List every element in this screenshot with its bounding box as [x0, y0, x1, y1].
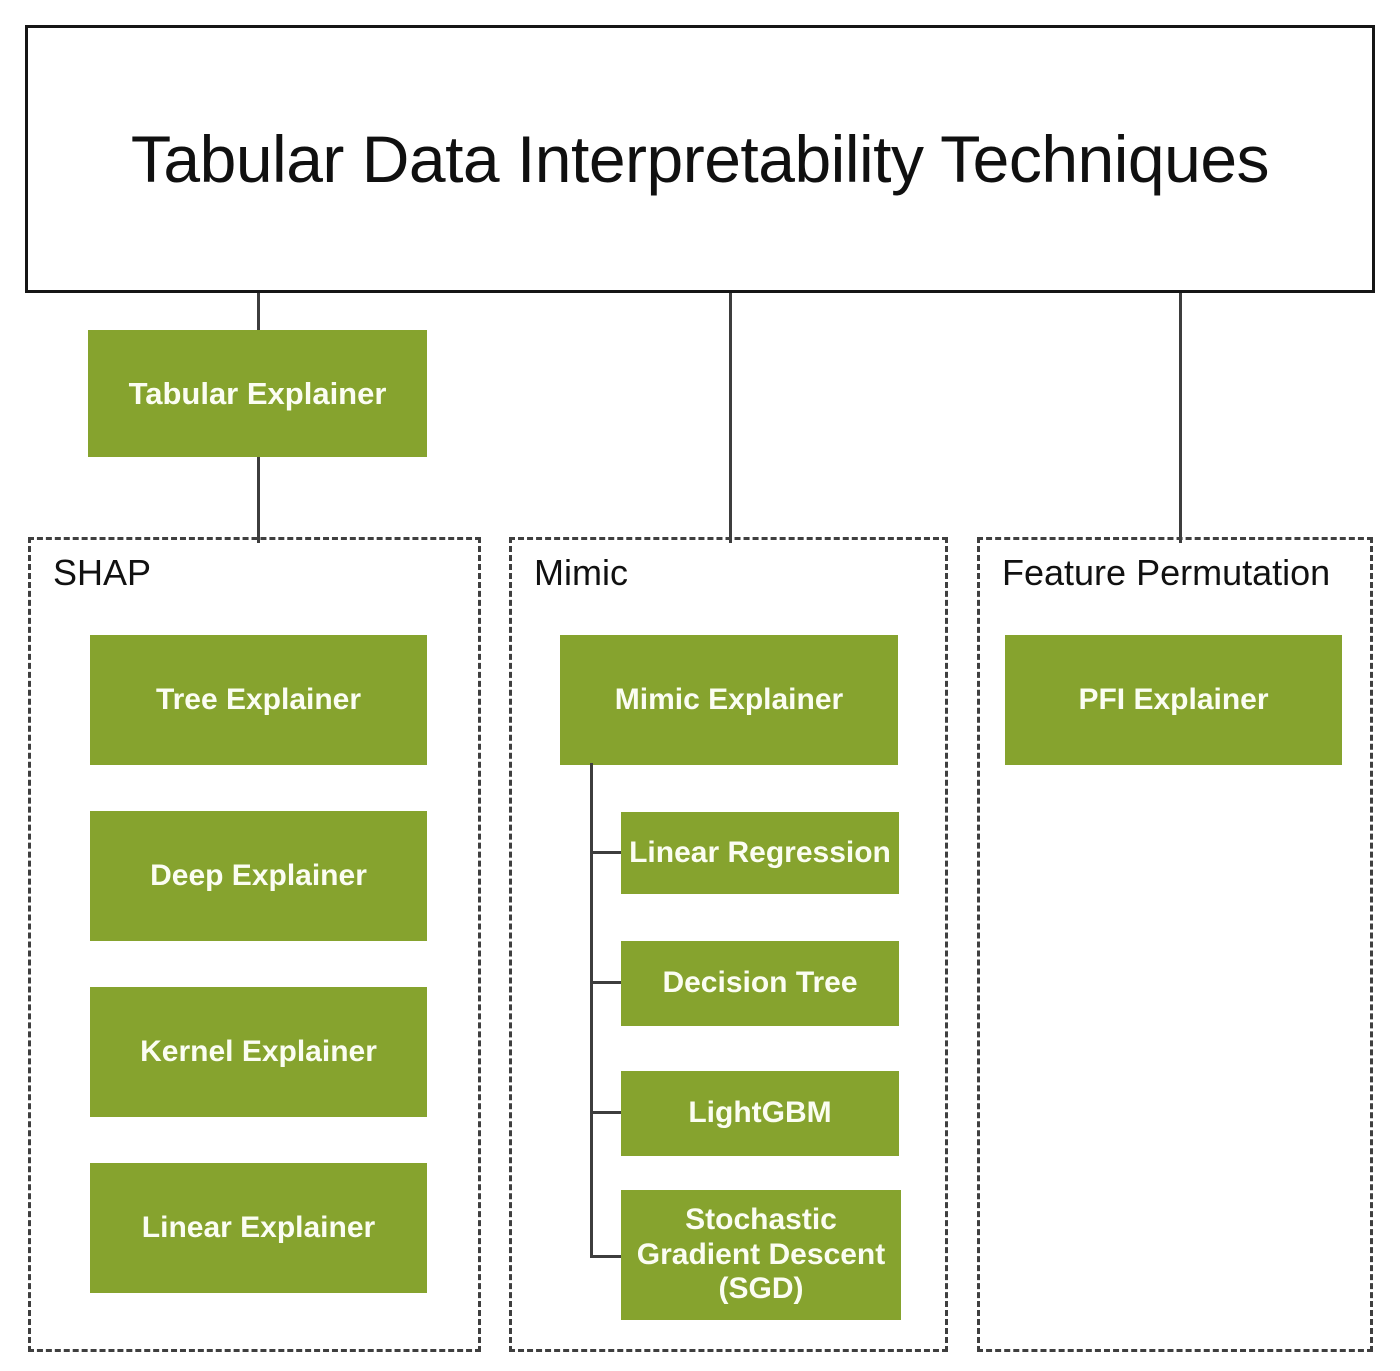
node-label-line-1: Stochastic	[685, 1202, 837, 1236]
node-label: LightGBM	[688, 1096, 832, 1130]
node-label-line-2: Gradient Descent	[636, 1237, 886, 1271]
connector-mimic-spine	[590, 763, 593, 1258]
connector-tabular-explainer-to-shap	[257, 455, 260, 543]
node-label: Linear Regression	[629, 835, 891, 869]
diagram-canvas: Tabular Data Interpretability Techniques…	[0, 0, 1400, 1371]
node-label-line-3: (SGD)	[718, 1272, 804, 1306]
node-mimic-explainer[interactable]: Mimic Explainer	[560, 635, 898, 765]
node-deep-explainer[interactable]: Deep Explainer	[90, 811, 427, 941]
node-linear-explainer[interactable]: Linear Explainer	[90, 1163, 427, 1293]
node-label: Linear Explainer	[141, 1210, 376, 1244]
group-feature-permutation-label: Feature Permutation	[1002, 552, 1331, 593]
connector-title-to-tabular-explainer	[257, 293, 260, 333]
page-title: Tabular Data Interpretability Techniques	[130, 121, 1270, 196]
node-label: PFI Explainer	[1078, 682, 1269, 716]
node-label: Kernel Explainer	[140, 1034, 377, 1068]
connector-mimic-to-linear-regression	[590, 851, 622, 854]
node-tree-explainer[interactable]: Tree Explainer	[90, 635, 427, 765]
node-lightgbm[interactable]: LightGBM	[621, 1071, 899, 1156]
node-label: Decision Tree	[662, 966, 858, 1000]
node-decision-tree[interactable]: Decision Tree	[621, 941, 899, 1026]
node-kernel-explainer[interactable]: Kernel Explainer	[90, 987, 427, 1117]
node-label: Deep Explainer	[150, 858, 367, 892]
node-tabular-explainer[interactable]: Tabular Explainer	[88, 330, 427, 457]
node-label: Tree Explainer	[155, 682, 362, 716]
group-shap-label: SHAP	[53, 552, 152, 593]
connector-mimic-to-decision-tree	[590, 981, 622, 984]
node-linear-regression[interactable]: Linear Regression	[621, 812, 899, 894]
node-label: Tabular Explainer	[128, 375, 387, 411]
connector-mimic-to-lightgbm	[590, 1111, 622, 1114]
node-pfi-explainer[interactable]: PFI Explainer	[1005, 635, 1342, 765]
group-mimic-label: Mimic	[534, 552, 628, 593]
connector-mimic-to-sgd	[590, 1255, 622, 1258]
node-label: Mimic Explainer	[614, 682, 844, 716]
node-stochastic-gradient-descent[interactable]: Stochastic Gradient Descent (SGD)	[621, 1190, 901, 1320]
diagram-title-card: Tabular Data Interpretability Techniques	[25, 25, 1375, 293]
connector-title-to-feature-permutation	[1179, 293, 1182, 543]
connector-title-to-mimic	[729, 293, 732, 543]
